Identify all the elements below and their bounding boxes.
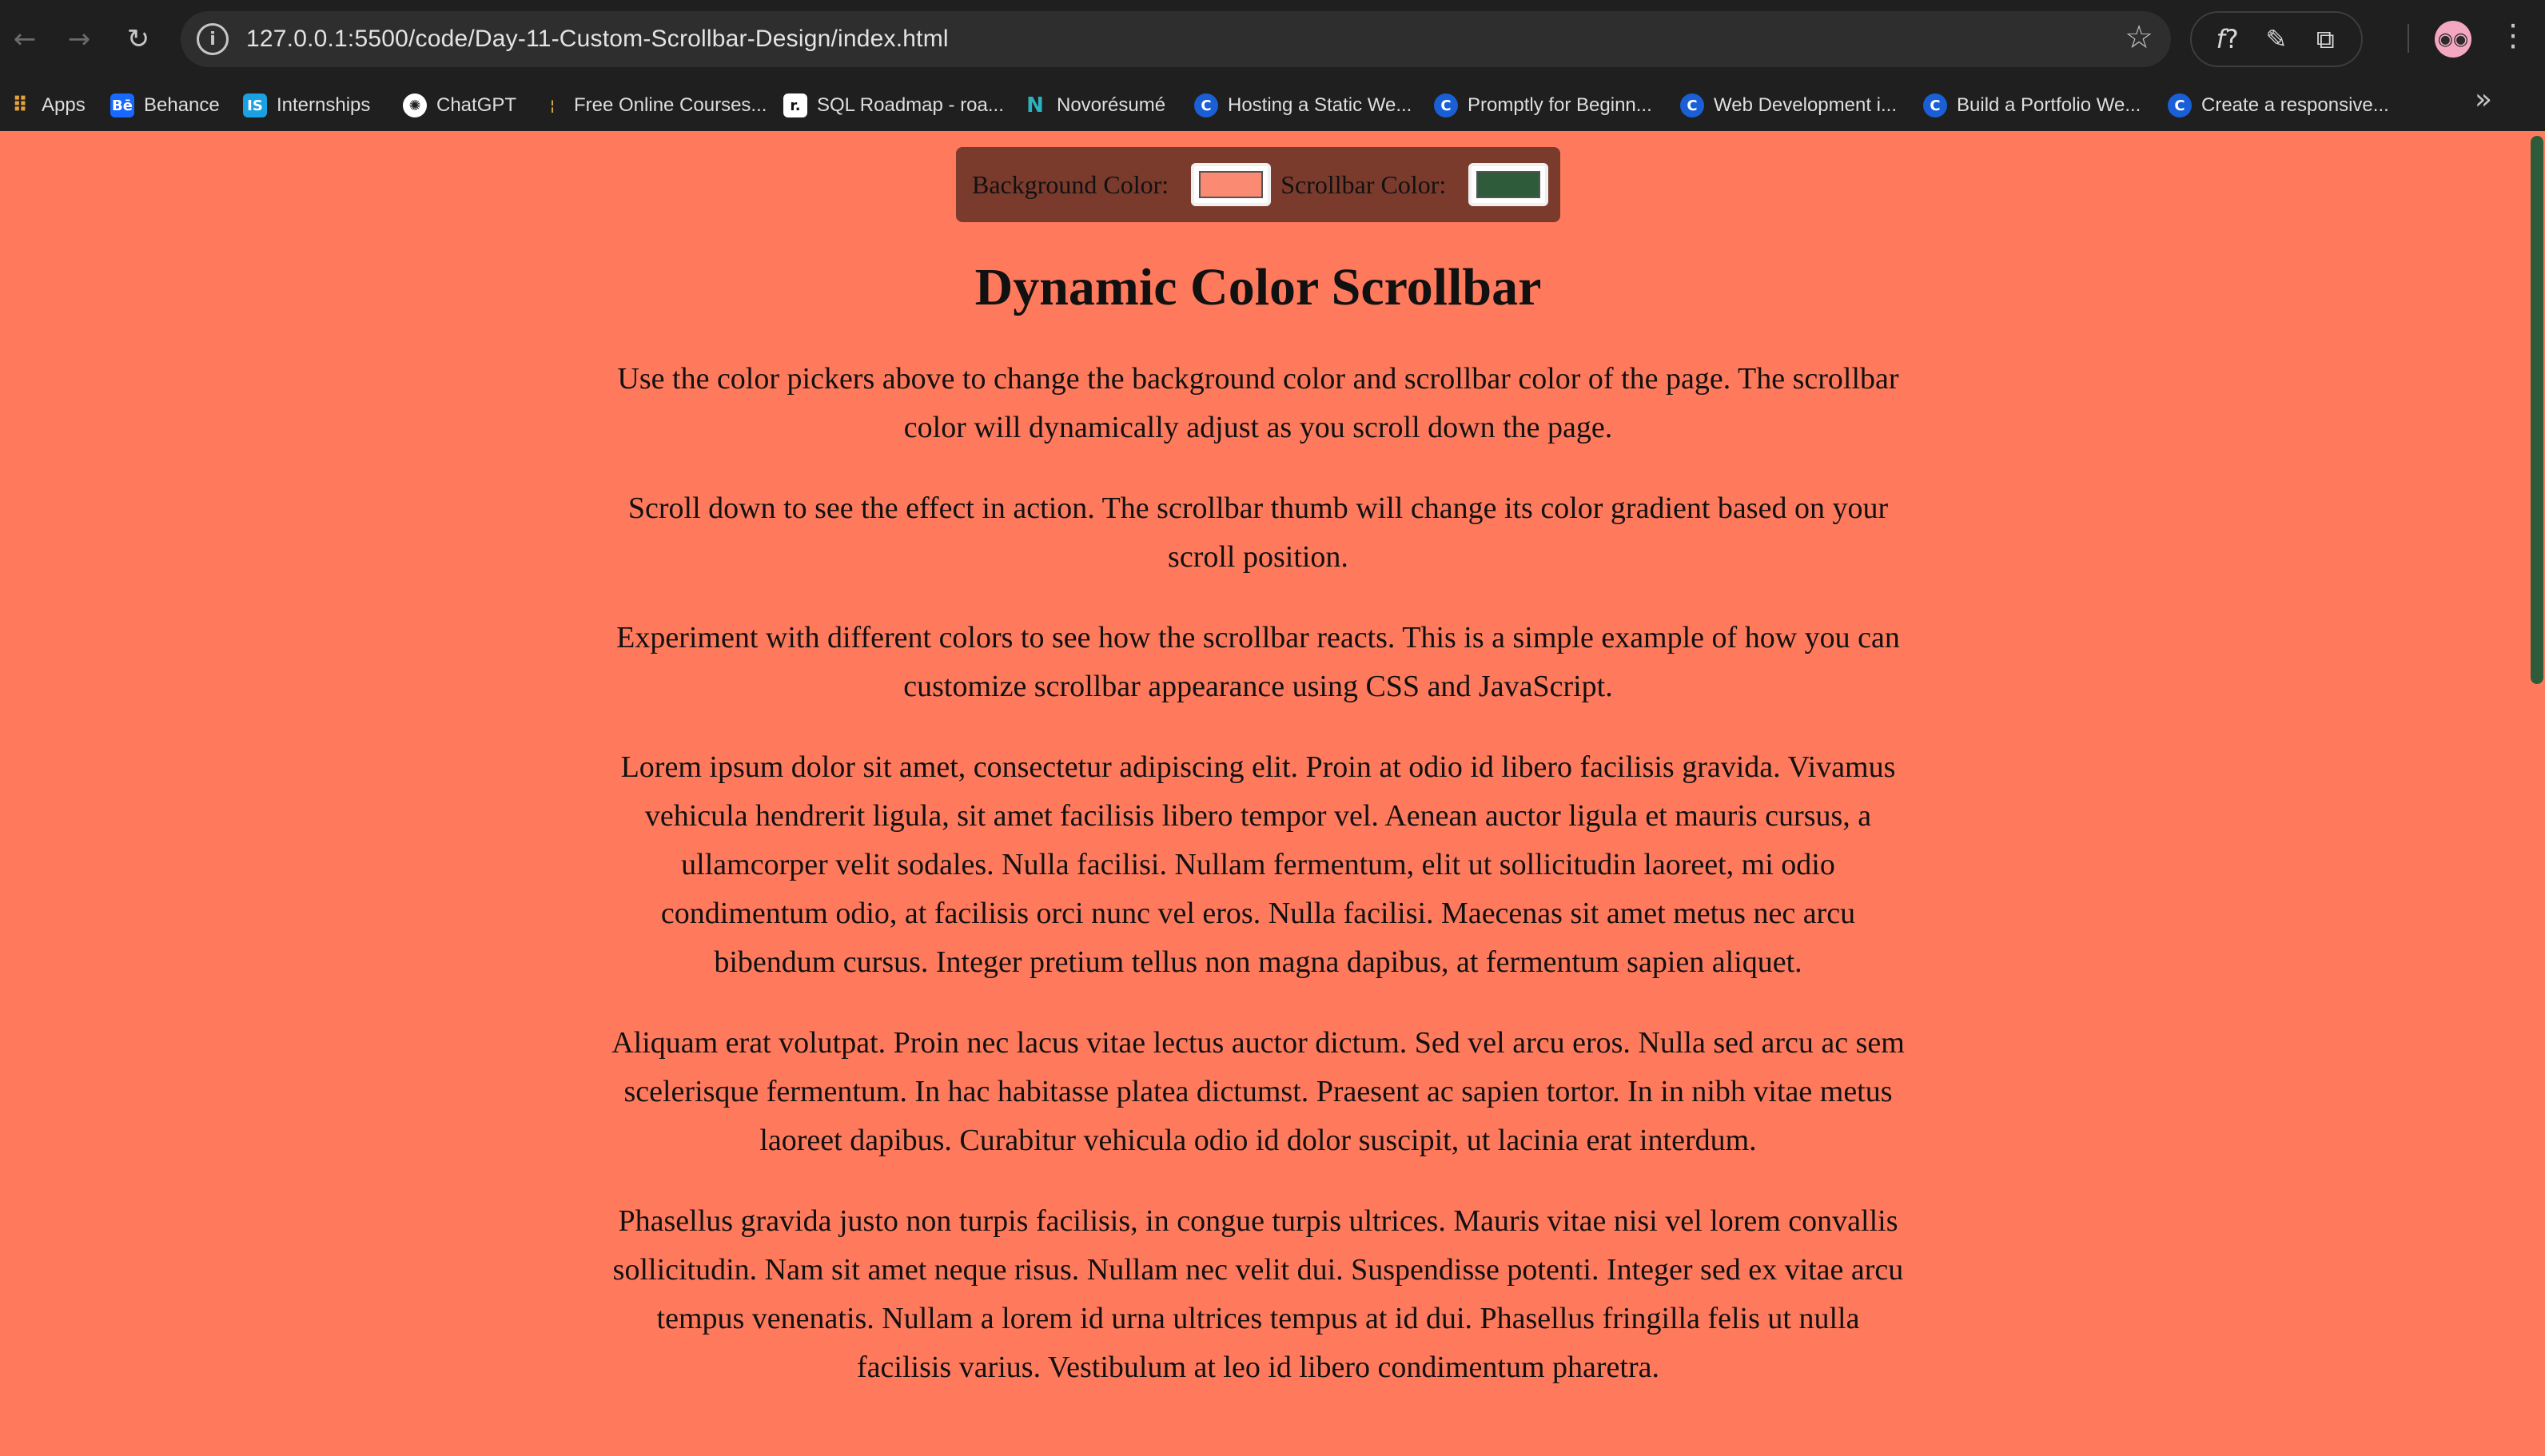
- bookmark-label: Internships: [277, 94, 371, 116]
- color-controls: Background Color: Scrollbar Color:: [956, 147, 1560, 222]
- bookmark-label: Novorésumé: [1057, 94, 1166, 116]
- bookmark-item[interactable]: C Web Development i...: [1680, 90, 1897, 121]
- url-text[interactable]: 127.0.0.1:5500/code/Day-11-Custom-Scroll…: [246, 26, 949, 53]
- c-site-icon: C: [1434, 93, 1458, 117]
- background-color-label: Background Color:: [972, 169, 1169, 199]
- bookmark-item[interactable]: IS Internships: [243, 90, 370, 121]
- c-site-icon: C: [2168, 93, 2192, 117]
- bookmark-item[interactable]: ¦ Free Online Courses...: [540, 90, 767, 121]
- bookmark-item[interactable]: C Promptly for Beginn...: [1434, 90, 1652, 121]
- forward-arrow-icon[interactable]: →: [58, 18, 101, 61]
- chatgpt-icon: ✺: [403, 93, 427, 117]
- bookmark-site-icon: ¦: [549, 97, 556, 114]
- reload-icon[interactable]: ↻: [117, 18, 160, 61]
- bookmark-label: Hosting a Static We...: [1228, 94, 1412, 116]
- bookmark-item[interactable]: C Hosting a Static We...: [1194, 90, 1412, 121]
- bookmark-label: Promptly for Beginn...: [1468, 94, 1652, 116]
- bookmark-label: Build a Portfolio We...: [1957, 94, 2141, 116]
- background-color-picker[interactable]: [1191, 163, 1272, 206]
- bookmark-item[interactable]: ⠿ Apps: [8, 90, 86, 121]
- bookmark-label: ChatGPT: [436, 94, 517, 116]
- page-title: Dynamic Color Scrollbar: [974, 258, 1542, 316]
- bookmark-item[interactable]: Bē Behance: [110, 90, 220, 121]
- paragraph: Aliquam erat volutpat. Proin nec lacus v…: [611, 1026, 1905, 1157]
- bookmark-label: Behance: [144, 94, 220, 116]
- bookmark-item[interactable]: ✺ ChatGPT: [403, 90, 516, 121]
- content-body: Use the color pickers above to change th…: [607, 355, 1909, 1424]
- browser-chrome: ← → ↻ i 127.0.0.1:5500/code/Day-11-Custo…: [0, 0, 2545, 131]
- paragraph: Experiment with different colors to see …: [616, 621, 1900, 703]
- more-bookmarks-chevron-icon[interactable]: »: [2475, 83, 2492, 116]
- bookmarks-bar: ⠿ Apps Bē Behance IS Internships ✺ ChatG…: [0, 78, 2545, 131]
- internshala-icon: IS: [243, 93, 267, 117]
- eyedropper-icon[interactable]: ✎: [2255, 24, 2298, 54]
- site-info-icon[interactable]: i: [197, 23, 229, 55]
- apps-grid-icon: ⠿: [11, 93, 29, 117]
- kebab-menu-icon[interactable]: ⋮: [2497, 18, 2529, 53]
- profile-avatar[interactable]: ◉◉: [2435, 21, 2471, 58]
- bookmark-item[interactable]: r. SQL Roadmap - roa...: [783, 90, 1004, 121]
- font-extension-icon[interactable]: f?: [2206, 24, 2249, 54]
- background-color-swatch: [1199, 171, 1264, 198]
- bookmark-item[interactable]: C Create a responsive...: [2168, 90, 2389, 121]
- back-arrow-icon[interactable]: ←: [3, 18, 46, 61]
- c-site-icon: C: [1923, 93, 1947, 117]
- bookmark-label: Apps: [42, 94, 86, 116]
- paragraph: Use the color pickers above to change th…: [617, 362, 1899, 444]
- browser-toolbar: ← → ↻ i 127.0.0.1:5500/code/Day-11-Custo…: [0, 0, 2545, 78]
- bookmark-item[interactable]: N Novorésumé: [1023, 90, 1165, 121]
- scrollbar-color-picker[interactable]: [1468, 163, 1549, 206]
- scrollbar-color-label: Scrollbar Color:: [1280, 169, 1447, 199]
- bookmark-label: Web Development i...: [1714, 94, 1897, 116]
- c-site-icon: C: [1680, 93, 1704, 117]
- paragraph: Scroll down to see the effect in action.…: [627, 491, 1889, 574]
- bookmark-item[interactable]: C Build a Portfolio We...: [1923, 90, 2141, 121]
- toolbar-divider: [2408, 24, 2409, 53]
- bookmark-star-icon[interactable]: ☆: [2125, 19, 2153, 56]
- novoresume-icon: N: [1026, 93, 1044, 117]
- paragraph: Lorem ipsum dolor sit amet, consectetur …: [620, 750, 1896, 979]
- scrollbar-color-swatch: [1476, 171, 1541, 198]
- bookmark-label: SQL Roadmap - roa...: [817, 94, 1004, 116]
- extensions-group: f? ✎ ⧉: [2190, 11, 2363, 67]
- c-site-icon: C: [1194, 93, 1218, 117]
- page-scrollbar-thumb[interactable]: [2531, 136, 2543, 684]
- bookmark-label: Free Online Courses...: [574, 94, 767, 116]
- bookmark-label: Create a responsive...: [2201, 94, 2389, 116]
- address-bar[interactable]: i 127.0.0.1:5500/code/Day-11-Custom-Scro…: [181, 11, 2171, 67]
- puzzle-extensions-icon[interactable]: ⧉: [2304, 24, 2347, 55]
- roadmap-icon: r.: [783, 93, 807, 117]
- page-viewport: Background Color: Scrollbar Color: Dynam…: [0, 131, 2529, 1456]
- behance-icon: Bē: [110, 93, 134, 117]
- paragraph: Phasellus gravida justo non turpis facil…: [612, 1204, 1904, 1384]
